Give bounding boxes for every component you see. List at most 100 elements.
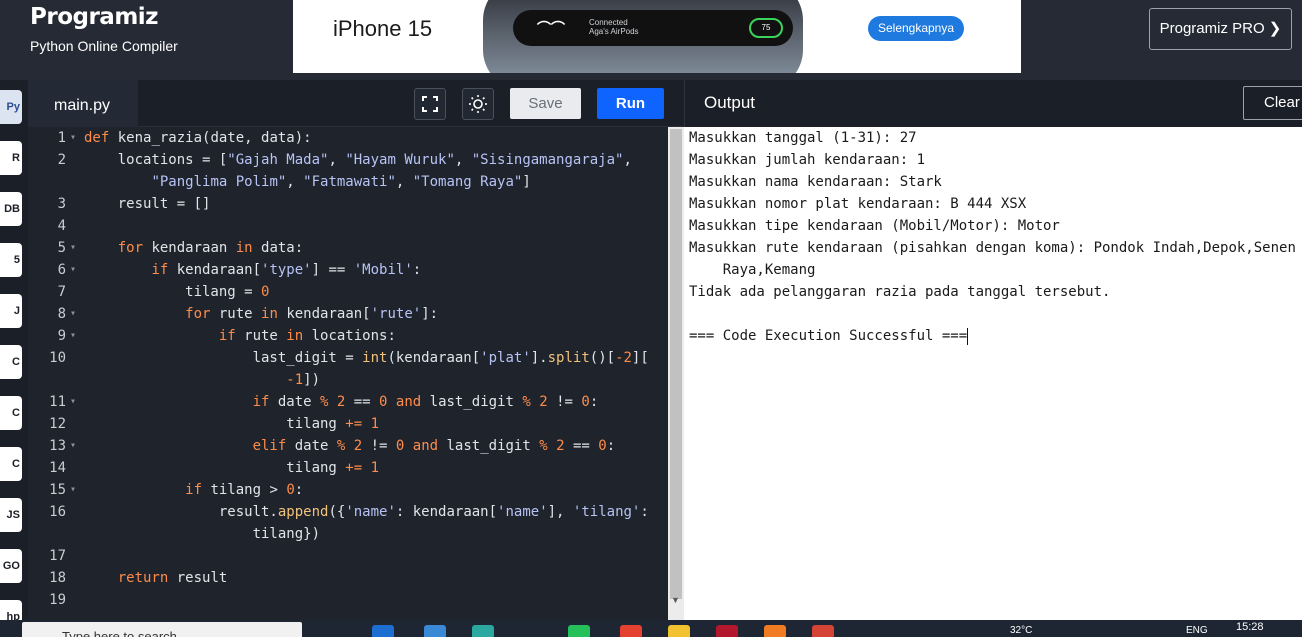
java-icon[interactable]: J	[0, 294, 22, 328]
edge-icon[interactable]	[472, 625, 494, 637]
chrome-icon[interactable]	[620, 625, 642, 637]
code-line[interactable]: tilang})	[28, 523, 668, 545]
code-text: -1])	[286, 372, 321, 388]
code-line[interactable]: 10 last_digit = int(kendaraan['plat'].sp…	[28, 347, 668, 369]
code-line[interactable]: 1 ▾ def kena_razia(date, data):	[28, 127, 668, 149]
cpp-icon[interactable]: C	[0, 396, 22, 430]
code-line[interactable]: 17	[28, 545, 668, 567]
sun-icon	[469, 95, 487, 113]
fold-arrow-icon[interactable]: ▾	[70, 435, 76, 457]
html-icon[interactable]: 5	[0, 243, 22, 277]
theme-toggle-button[interactable]	[462, 88, 494, 120]
code-line[interactable]: 12 tilang += 1	[28, 413, 668, 435]
fold-arrow-icon[interactable]: ▾	[70, 237, 76, 259]
code-text: tilang})	[84, 526, 321, 542]
fold-arrow-icon[interactable]: ▾	[70, 479, 76, 501]
python-icon[interactable]: Py	[0, 90, 22, 124]
page-subtitle: Python Online Compiler	[30, 38, 178, 54]
whatsapp-icon[interactable]	[568, 625, 590, 637]
code-line[interactable]: 5 ▾ for kendaraan in data:	[28, 237, 668, 259]
go-icon[interactable]: GO	[0, 549, 22, 583]
editor-scrollbar[interactable]: ▼	[668, 127, 684, 620]
save-button[interactable]: Save	[510, 88, 581, 119]
code-line[interactable]: 16 result.append({'name': kendaraan['nam…	[28, 501, 668, 523]
code-line[interactable]: 2 locations = ["Gajah Mada", "Hayam Wuru…	[28, 149, 668, 171]
code-text: tilang += 1	[84, 416, 380, 432]
text-cursor	[967, 327, 969, 345]
firefox-icon[interactable]	[764, 625, 786, 637]
fold-arrow-icon[interactable]: ▾	[70, 391, 76, 413]
taskbar-clock[interactable]: 15:28	[1236, 621, 1264, 633]
output-console[interactable]: Masukkan tanggal (1-31): 27 Masukkan juml…	[684, 127, 1302, 620]
fold-arrow-icon[interactable]: ▾	[70, 127, 76, 149]
code-text: return result	[117, 570, 228, 586]
code-line[interactable]: 7 tilang = 0	[28, 281, 668, 303]
brand[interactable]: Programiz Python Online Compiler	[30, 4, 178, 54]
clear-button[interactable]: Clear	[1243, 86, 1302, 120]
code-text: if kendaraan['type'] == 'Mobil':	[151, 262, 422, 278]
js-icon[interactable]: JS	[0, 498, 22, 532]
fold-arrow-icon[interactable]: ▾	[70, 259, 76, 281]
line-number: 13	[49, 438, 66, 454]
fold-arrow-icon[interactable]: ▾	[70, 303, 76, 325]
code-editor[interactable]: ▼ 1 ▾ def kena_razia(date, data): 2 locatio…	[28, 127, 684, 620]
code-line[interactable]: 13 ▾ elif date % 2 != 0 and last_digit % …	[28, 435, 668, 457]
line-number: 7	[57, 284, 66, 300]
brand-logo[interactable]: Programiz	[30, 4, 159, 30]
line-number: 3	[57, 196, 66, 212]
line-number: 9	[57, 328, 66, 344]
code-line[interactable]: 3 result = []	[28, 193, 668, 215]
code-line[interactable]: 18 return result	[28, 567, 668, 589]
line-number: 6	[57, 262, 66, 278]
tab-main-py[interactable]: main.py	[28, 80, 138, 127]
code-line[interactable]: 19	[28, 589, 668, 611]
scroll-down-arrow-icon[interactable]: ▼	[671, 595, 680, 605]
c-icon[interactable]: C	[0, 345, 22, 379]
line-number: 18	[49, 570, 66, 586]
ad-banner[interactable]: iPhone 15 ⌒⌒ Connected Aga's AirPods 75 S…	[293, 0, 1021, 73]
code-text: result = []	[84, 196, 211, 212]
scrollbar-thumb[interactable]	[670, 129, 682, 599]
line-number: 10	[49, 350, 66, 366]
code-line[interactable]: "Panglima Polim", "Fatmawati", "Tomang R…	[28, 171, 668, 193]
ad-cta-button[interactable]: Selengkapnya	[868, 16, 964, 41]
weather-text[interactable]: 32°C	[1010, 625, 1032, 636]
top-header: Programiz Python Online Compiler iPhone …	[0, 0, 1302, 80]
line-number: 1	[57, 130, 66, 146]
language-indicator[interactable]: ENG	[1186, 625, 1208, 636]
line-number: 17	[49, 548, 66, 564]
code-text: if date % 2 == 0 and last_digit % 2 != 0…	[252, 394, 599, 410]
fold-arrow-icon[interactable]: ▾	[70, 325, 76, 347]
line-number: 12	[49, 416, 66, 432]
line-number: 4	[57, 218, 66, 234]
run-button[interactable]: Run	[597, 88, 664, 119]
output-line: Raya,Kemang	[689, 262, 816, 278]
code-line[interactable]: 6 ▾ if kendaraan['type'] == 'Mobil':	[28, 259, 668, 281]
fullscreen-button[interactable]	[414, 88, 446, 120]
compiler-app: Programiz Python Online Compiler iPhone …	[0, 0, 1302, 637]
output-line: Masukkan tipe kendaraan (Mobil/Motor): M…	[689, 218, 1060, 234]
airpods-icon: ⌒⌒	[537, 20, 565, 36]
code-line[interactable]: 8 ▾ for rute in kendaraan['rute']:	[28, 303, 668, 325]
taskbar-search[interactable]: Type here to search	[22, 622, 302, 637]
code-line[interactable]: 9 ▾ if rute in locations:	[28, 325, 668, 347]
code-line[interactable]: 11 ▾ if date % 2 == 0 and last_digit % 2 …	[28, 391, 668, 413]
code-text: if tilang > 0:	[185, 482, 304, 498]
code-line[interactable]: 14 tilang += 1	[28, 457, 668, 479]
chrome-active-icon[interactable]	[812, 625, 834, 637]
output-title: Output	[704, 93, 756, 112]
code-text: def kena_razia(date, data):	[84, 130, 312, 146]
app-icon[interactable]	[716, 625, 738, 637]
programiz-pro-button[interactable]: Programiz PRO ❯	[1149, 8, 1292, 50]
folder-icon[interactable]	[668, 625, 690, 637]
r-icon[interactable]: R	[0, 141, 22, 175]
sql-icon[interactable]: DB	[0, 192, 22, 226]
store-icon[interactable]	[424, 625, 446, 637]
csharp-icon[interactable]: C	[0, 447, 22, 481]
mail-icon[interactable]	[372, 625, 394, 637]
line-number: 15	[49, 482, 66, 498]
code-line[interactable]: 15 ▾ if tilang > 0:	[28, 479, 668, 501]
code-line[interactable]: 4	[28, 215, 668, 237]
code-line[interactable]: -1])	[28, 369, 668, 391]
output-line: Masukkan nama kendaraan: Stark	[689, 174, 942, 190]
